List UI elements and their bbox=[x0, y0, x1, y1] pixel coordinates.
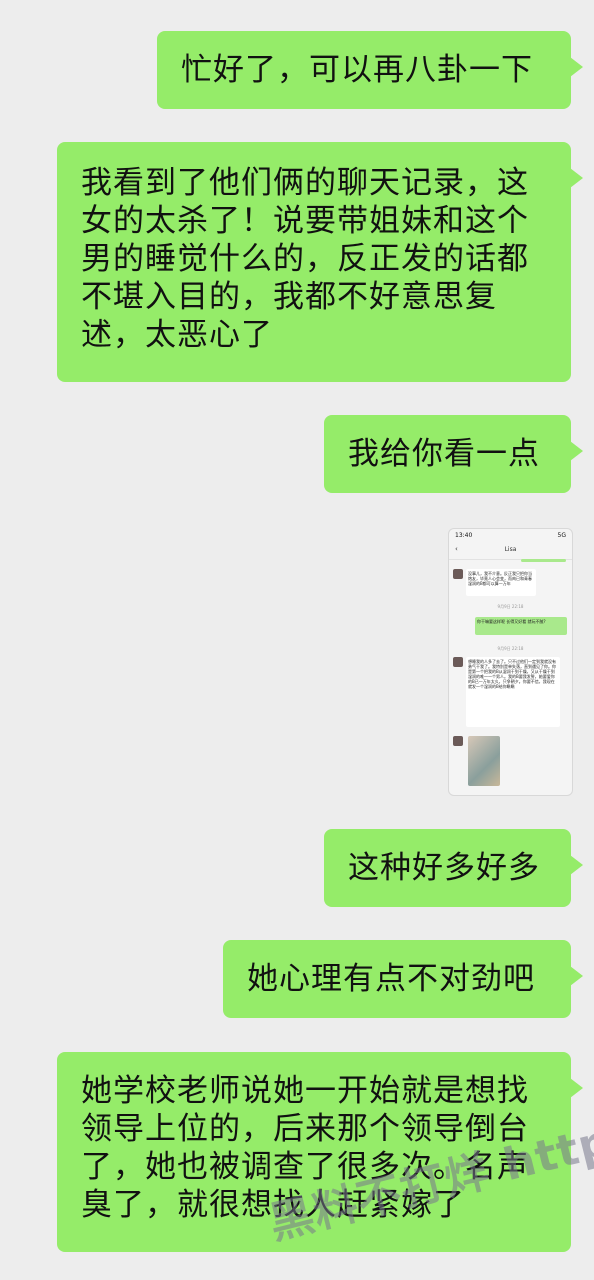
screenshot-bar bbox=[521, 559, 566, 562]
message-bubble[interactable]: 这种好多好多 bbox=[324, 829, 583, 907]
message-text: 这种好多好多 bbox=[348, 850, 540, 886]
screenshot-message: 没事儿，我不介意。反正我只把你当炮友，毕竟人心会变，而肉已和青春湿润的B都可以算… bbox=[466, 569, 536, 596]
message-text: 我给你看一点 bbox=[348, 436, 540, 472]
message-text: 女的太杀了！说要带姐妹和这个 bbox=[81, 203, 529, 239]
message-text: 男的睡觉什么的，反正发的话都 bbox=[81, 241, 529, 277]
back-icon: ‹ bbox=[455, 545, 458, 553]
avatar bbox=[453, 736, 463, 746]
message-bubble[interactable]: 我给你看一点 bbox=[324, 415, 583, 493]
message-text: 述，太恶心了 bbox=[81, 317, 273, 353]
screenshot-contact-name: Lisa bbox=[504, 546, 517, 553]
message-text: 她心理有点不对劲吧 bbox=[247, 961, 535, 997]
screenshot-message: 想睡我的人多了去了。只不过他们一定到我就没有勇气干我了。我特别是单失落，直到遇见… bbox=[466, 657, 560, 727]
screenshot-signal: 5G bbox=[557, 532, 566, 539]
message-text: 我看到了他们俩的聊天记录，这 bbox=[81, 165, 529, 201]
message-text: 她学校老师说她一开始就是想找 bbox=[81, 1073, 529, 1109]
screenshot-timestamp: 9月9日 22:18 bbox=[497, 646, 524, 651]
message-text: 忙好了，可以再八卦一下 bbox=[181, 52, 533, 88]
message-bubble[interactable]: 我看到了他们俩的聊天记录，这 女的太杀了！说要带姐妹和这个 男的睡觉什么的，反正… bbox=[57, 142, 583, 382]
screenshot-time: 13:40 bbox=[455, 532, 473, 539]
screenshot-timestamp: 9月9日 22:18 bbox=[497, 604, 524, 609]
screenshot-message: 你干嘛要这样呢 长得又好看 就玩不腻? bbox=[475, 617, 567, 635]
chat-screenshot-image[interactable]: 13:40 5G ‹ Lisa 没事儿，我不介意。反正我只把你当炮友，毕竟人心会… bbox=[448, 528, 573, 796]
message-text: 不堪入目的，我都不好意思复 bbox=[81, 279, 497, 315]
message-bubble[interactable]: 忙好了，可以再八卦一下 bbox=[157, 31, 583, 109]
screenshot-photo bbox=[468, 736, 500, 786]
message-bubble[interactable]: 她心理有点不对劲吧 bbox=[223, 940, 583, 1018]
avatar bbox=[453, 569, 463, 579]
avatar bbox=[453, 657, 463, 667]
